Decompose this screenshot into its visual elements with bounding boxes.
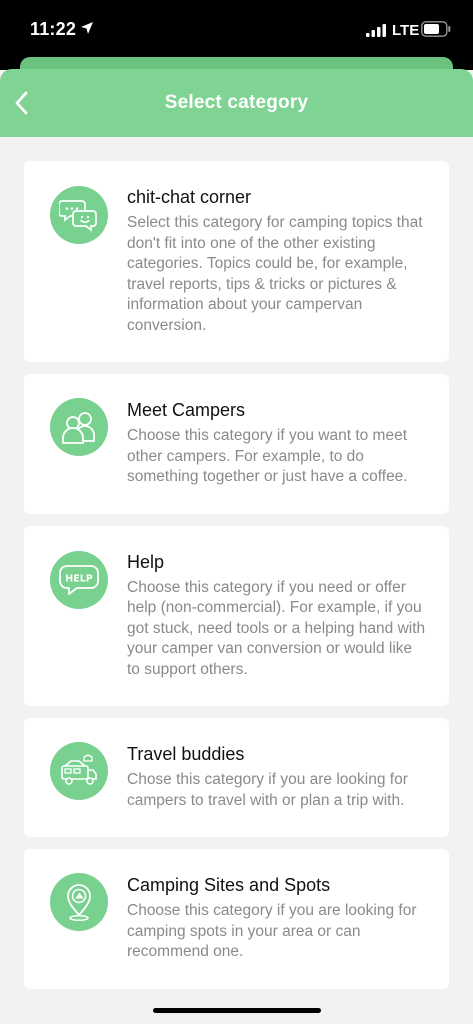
category-title: chit-chat corner bbox=[127, 187, 252, 207]
category-list: chit-chat corner Select this category fo… bbox=[24, 161, 449, 1001]
category-title: Meet Campers bbox=[127, 400, 246, 420]
cellular-signal-icon bbox=[366, 24, 386, 37]
camper-van-icon bbox=[50, 742, 108, 800]
category-description: Select this category for camping topics … bbox=[127, 214, 423, 334]
category-title: Camping Sites and Spots bbox=[127, 875, 331, 895]
people-icon bbox=[50, 398, 108, 456]
network-type: LTE bbox=[392, 22, 420, 39]
category-card-travel-buddies[interactable]: Travel buddies Chose this category if yo… bbox=[24, 718, 449, 837]
help-bubble-icon: HELP bbox=[50, 550, 108, 609]
page-title: Select category bbox=[164, 92, 309, 113]
category-description: Choose this category if you need or offe… bbox=[127, 578, 426, 678]
category-description: Choose this category if you want to meet… bbox=[127, 427, 408, 485]
category-title: Help bbox=[127, 551, 165, 572]
category-description: Choose this category if you are looking … bbox=[127, 902, 417, 960]
category-card-meet-campers[interactable]: Meet Campers Choose this category if you… bbox=[24, 374, 449, 514]
category-title: Travel buddies bbox=[127, 744, 245, 764]
location-pin-icon bbox=[50, 873, 108, 931]
location-arrow-icon bbox=[81, 22, 93, 34]
svg-text:HELP: HELP bbox=[65, 573, 92, 584]
home-indicator[interactable] bbox=[153, 1008, 321, 1013]
chat-bubbles-icon bbox=[50, 186, 108, 244]
navigation-bar: Select category bbox=[0, 69, 473, 137]
category-card-help[interactable]: HELP Help Choose this category if you ne… bbox=[24, 525, 449, 706]
category-description: Chose this category if you are looking f… bbox=[127, 771, 408, 809]
category-card-chit-chat[interactable]: chit-chat corner Select this category fo… bbox=[24, 161, 449, 362]
battery-icon bbox=[421, 21, 451, 37]
status-time: 11:22 bbox=[30, 19, 77, 39]
category-card-camping-sites[interactable]: Camping Sites and Spots Choose this cate… bbox=[24, 849, 449, 989]
